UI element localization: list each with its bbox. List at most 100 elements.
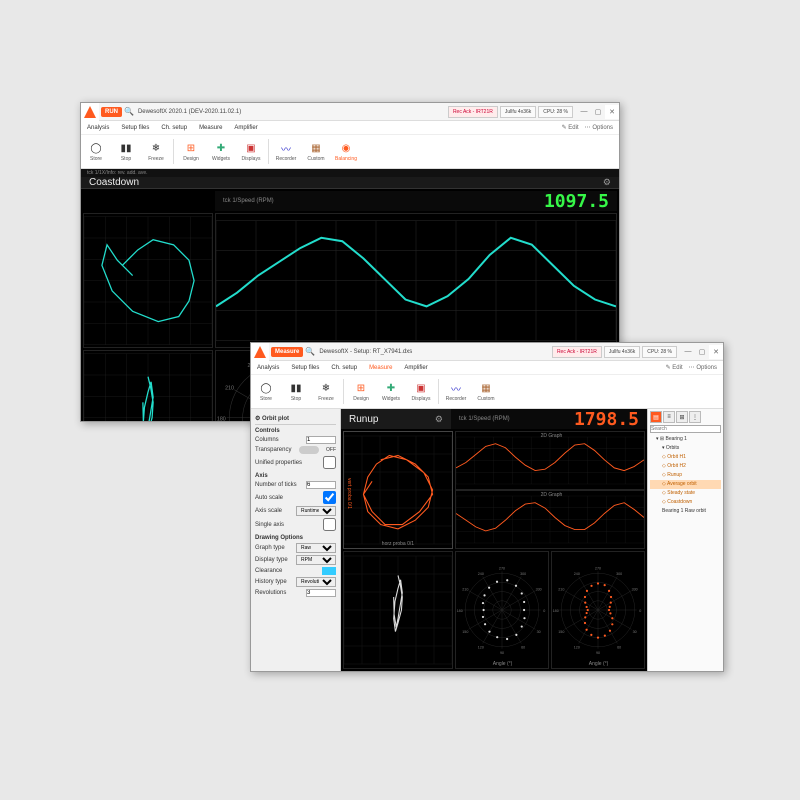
speed-value: 1097.5 [544,191,609,212]
menu-measure[interactable]: Measure [363,365,398,371]
tree-search-input[interactable] [650,425,721,433]
tree-leaf[interactable]: ◇ Orbit H2 [650,462,721,471]
menu-ch-setup[interactable]: Ch. setup [155,125,193,131]
search-icon[interactable]: 🔍 [305,347,315,356]
tree-tab-icon[interactable]: ≡ [663,411,675,423]
window-title: DewesoftX 2020.1 (DEV-2020.11.02.1) [134,109,448,115]
orbit-x-label: horz proba 0/1 [382,541,414,547]
file-tab[interactable]: Jullfu 4x36k [604,346,640,358]
tree-tab-icon[interactable]: ⊞ [676,411,688,423]
ribbon-recorder[interactable]: 〰Recorder [271,135,301,168]
file-tab[interactable]: Rec Ack - IRT21R [552,346,602,358]
tree-leaf[interactable]: ◇ Steady state [650,489,721,498]
ribbon-freeze[interactable]: ❄Freeze [141,135,171,168]
file-tab[interactable]: CPU: 28 % [642,346,677,358]
minimize-button[interactable]: — [577,105,591,119]
svg-text:240: 240 [478,572,484,576]
menu-measure[interactable]: Measure [193,125,228,131]
svg-text:90: 90 [596,651,600,655]
unified-checkbox[interactable] [323,456,336,469]
ribbon-custom[interactable]: ▦Custom [301,135,331,168]
ribbon-widgets[interactable]: ✚Widgets [376,375,406,408]
file-tab[interactable]: CPU: 28 % [538,106,573,118]
graph-type-select[interactable]: Raw [296,543,336,553]
options-button[interactable]: ⋯ Options [585,124,613,131]
svg-text:240: 240 [574,572,580,576]
waveform-plot-top[interactable] [215,213,617,348]
tree-node[interactable]: ▾ ⊞ Bearing 1 [650,435,721,444]
tree-tab-icon[interactable]: ▤ [650,411,662,423]
gear-icon[interactable]: ⚙ [603,177,611,188]
orbit-plot-small[interactable] [343,551,453,669]
ribbon-store[interactable]: ◯Store [251,375,281,408]
ribbon-balancing[interactable]: ◉Balancing [331,135,361,168]
svg-text:330: 330 [632,588,638,592]
clearance-swatch[interactable] [322,567,336,575]
file-tab[interactable]: Rec Ack - IRT21R [448,106,498,118]
orbit-plot[interactable] [83,213,213,348]
graph-type-label: Graph type [255,545,285,551]
search-icon[interactable]: 🔍 [124,107,134,116]
ribbon-store[interactable]: ◯Store [81,135,111,168]
tree-leaf-selected[interactable]: ◇ Average orbit [650,480,721,489]
svg-text:0: 0 [639,609,641,613]
ribbon-custom[interactable]: ▦Custom [471,375,501,408]
history-type-select[interactable]: Revolutions [296,577,336,587]
revolutions-input[interactable] [306,589,336,597]
polar-plot-orange[interactable]: 0306090120150180210240270300330 Angle (°… [551,551,645,669]
tree-node[interactable]: ▾ Orbits [650,444,721,453]
single-axis-checkbox[interactable] [323,518,336,531]
svg-text:180: 180 [553,609,559,613]
menu-ch-setup[interactable]: Ch. setup [325,365,363,371]
menu-setup-files[interactable]: Setup files [285,365,325,371]
orbit-plot-main[interactable]: vert proba 0/1 horz proba 0/1 [343,431,453,549]
options-button[interactable]: ⋯ Options [689,364,717,371]
orbit-plot-2[interactable] [83,350,213,421]
ribbon-design[interactable]: ⊞Design [176,135,206,168]
ribbon-freeze[interactable]: ❄Freeze [311,375,341,408]
ribbon-widgets[interactable]: ✚Widgets [206,135,236,168]
menu-amplifier[interactable]: Amplifier [398,365,433,371]
maximize-button[interactable]: ▢ [591,105,605,119]
tree-leaf[interactable]: ◇ Runup [650,471,721,480]
close-button[interactable]: ✕ [605,105,619,119]
ribbon-stop[interactable]: ▮▮Stop [111,135,141,168]
menu-analysis[interactable]: Analysis [251,365,285,371]
display-type-label: Display type [255,557,288,563]
clearance-label: Clearance [255,568,282,574]
tree-leaf[interactable]: ◇ Coastdown [650,498,721,507]
menu-amplifier[interactable]: Amplifier [228,125,263,131]
transparency-toggle[interactable] [299,446,319,454]
minimize-button[interactable]: — [681,345,695,359]
display-type-select[interactable]: RPM [296,555,336,565]
section-controls: Controls [255,427,336,435]
num-ticks-input[interactable] [306,481,336,489]
autoscale-checkbox[interactable] [323,491,336,504]
waveform-plot-bottom[interactable]: 2D Graph [455,490,645,549]
speed-channel: tck 1/Speed (RPM) [223,198,274,204]
ribbon-stop[interactable]: ▮▮Stop [281,375,311,408]
edit-button[interactable]: ✎ Edit [666,364,683,371]
polar-plot-white[interactable]: 0306090120150180210240270300330 Angle (°… [455,551,549,669]
titlebar[interactable]: Measure 🔍 DewesoftX - Setup: RT_X7941.dx… [251,343,723,361]
titlebar[interactable]: RUN 🔍 DewesoftX 2020.1 (DEV-2020.11.02.1… [81,103,619,121]
ribbon-recorder[interactable]: 〰Recorder [441,375,471,408]
columns-input[interactable] [306,436,336,444]
tree-leaf[interactable]: ◇ Orbit H1 [650,453,721,462]
panel-title: Coastdown [89,177,139,188]
tree-node[interactable]: Bearing 1 Raw orbit [650,507,721,516]
edit-button[interactable]: ✎ Edit [562,124,579,131]
tree-tab-icon[interactable]: ⋮ [689,411,701,423]
menu-analysis[interactable]: Analysis [81,125,115,131]
ribbon-displays[interactable]: ▣Displays [236,135,266,168]
ribbon-displays[interactable]: ▣Displays [406,375,436,408]
window-title: DewesoftX - Setup: RT_X7941.dxs [315,349,552,355]
close-button[interactable]: ✕ [709,345,723,359]
axis-scale-select[interactable]: Runtime [296,506,336,516]
ribbon-design[interactable]: ⊞Design [346,375,376,408]
gear-icon[interactable]: ⚙ [435,414,443,425]
file-tab[interactable]: Jullfu 4x36k [500,106,536,118]
waveform-plot-top[interactable]: 2D Graph [455,431,645,490]
maximize-button[interactable]: ▢ [695,345,709,359]
menu-setup-files[interactable]: Setup files [115,125,155,131]
